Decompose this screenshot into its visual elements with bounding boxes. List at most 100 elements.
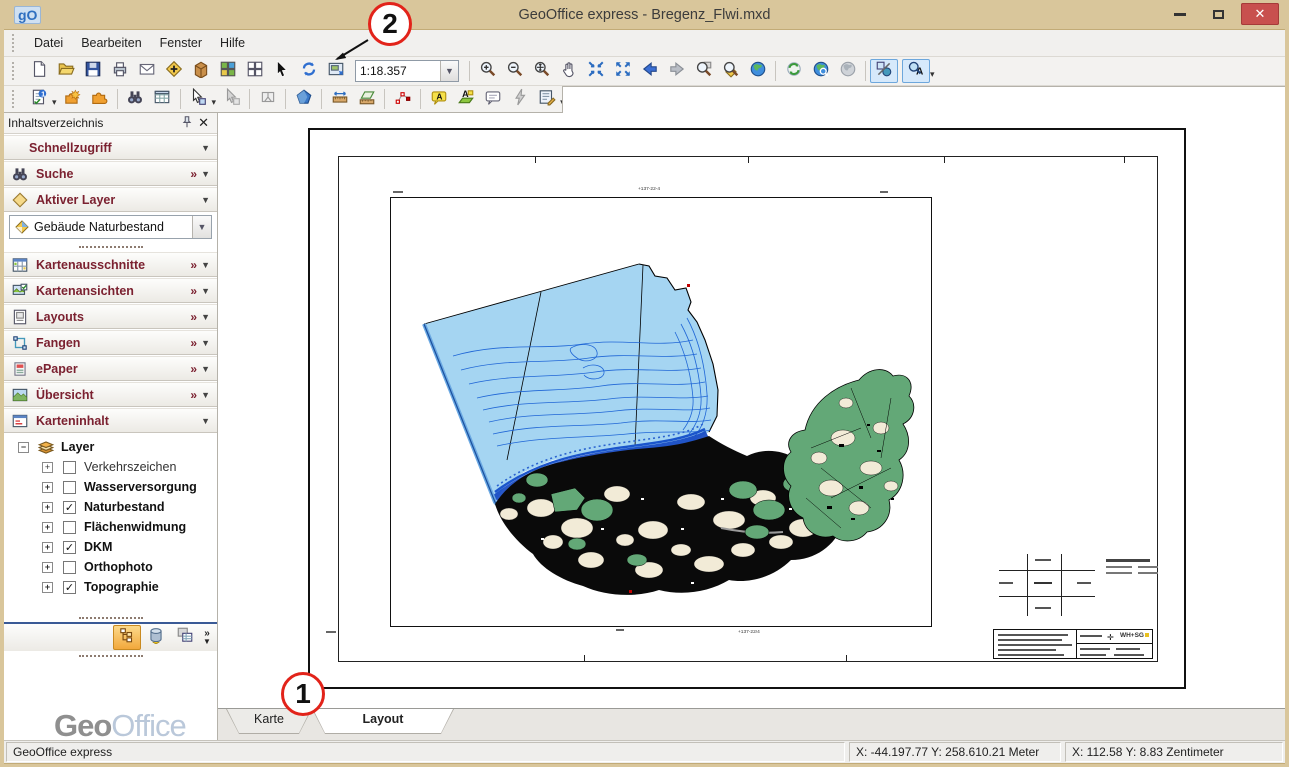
section-fangen[interactable]: Fangen » ▼: [4, 330, 217, 355]
layer-checkbox[interactable]: [63, 521, 76, 534]
zoom-in-button[interactable]: [474, 59, 501, 83]
expand-icon[interactable]: +: [42, 482, 53, 493]
layer-checkbox[interactable]: [63, 561, 76, 574]
refresh-map-service-button[interactable]: [780, 59, 807, 83]
zoom-window-button[interactable]: [690, 59, 717, 83]
section-uebersicht[interactable]: Übersicht » ▼: [4, 382, 217, 407]
layer-row-dkm[interactable]: + ✓ DKM: [4, 537, 217, 557]
offline-service-button[interactable]: [834, 59, 861, 83]
callout-button[interactable]: [479, 87, 506, 111]
report-button[interactable]: 1: [25, 87, 52, 111]
search-button[interactable]: [122, 87, 149, 111]
select-tool-button[interactable]: [268, 59, 295, 83]
measure-distance-button[interactable]: [326, 87, 353, 111]
save-button[interactable]: [79, 59, 106, 83]
back-extent-button[interactable]: [636, 59, 663, 83]
edit-vertices-button[interactable]: [389, 87, 416, 111]
active-layer-combobox[interactable]: Gebäude Naturbestand ▼: [9, 215, 212, 239]
toolbar-grip[interactable]: [12, 62, 17, 80]
package-button[interactable]: [187, 59, 214, 83]
expand-icon[interactable]: +: [42, 462, 53, 473]
expand-icon[interactable]: »: [190, 336, 197, 350]
collapse-icon[interactable]: −: [18, 442, 29, 453]
expand-icon[interactable]: +: [42, 542, 53, 553]
zoom-out-button[interactable]: [501, 59, 528, 83]
section-kartenausschnitte[interactable]: Kartenausschnitte » ▼: [4, 252, 217, 277]
menu-datei[interactable]: Datei: [25, 33, 72, 53]
scale-combobox[interactable]: 1:18.357 ▼: [355, 60, 459, 82]
flash-button[interactable]: [506, 87, 533, 111]
section-karteninhalt[interactable]: Karteninhalt ▼: [4, 408, 217, 433]
section-kartenansichten[interactable]: Kartenansichten » ▼: [4, 278, 217, 303]
clear-selection-button[interactable]: [218, 87, 245, 111]
measure-area-button[interactable]: [353, 87, 380, 111]
menu-fenster[interactable]: Fenster: [151, 33, 211, 53]
minimize-button[interactable]: [1165, 3, 1195, 25]
select-features-button[interactable]: [185, 87, 212, 111]
data-source-button[interactable]: [142, 625, 170, 650]
pan-button[interactable]: [555, 59, 582, 83]
menu-hilfe[interactable]: Hilfe: [211, 33, 254, 53]
layer-row-orthophoto[interactable]: + Orthophoto: [4, 557, 217, 577]
mini-toolbar-overflow[interactable]: »▼: [199, 630, 215, 646]
zoom-to-selection-button[interactable]: [582, 59, 609, 83]
search-service-button[interactable]: [807, 59, 834, 83]
email-button[interactable]: [133, 59, 160, 83]
tree-root-layer[interactable]: − Layer: [4, 437, 217, 457]
scale-value[interactable]: 1:18.357: [356, 61, 440, 81]
expand-icon[interactable]: »: [190, 284, 197, 298]
toggle-graphics-button[interactable]: [870, 59, 898, 83]
expand-icon[interactable]: +: [42, 582, 53, 593]
expand-icon[interactable]: »: [190, 362, 197, 376]
toolbar-overflow-caret[interactable]: ▾: [930, 69, 935, 80]
close-button[interactable]: ✕: [1241, 3, 1279, 25]
section-aktiver-layer[interactable]: Aktiver Layer ▼: [4, 187, 217, 212]
expand-icon[interactable]: »: [190, 310, 197, 324]
scale-dropdown-button[interactable]: ▼: [440, 61, 458, 81]
new-document-button[interactable]: [25, 59, 52, 83]
pin-icon[interactable]: [180, 115, 194, 132]
zoom-full-button[interactable]: [528, 59, 555, 83]
full-extent-button[interactable]: [609, 59, 636, 83]
layout-view-button[interactable]: [322, 59, 349, 83]
layer-checkbox[interactable]: ✓: [63, 581, 76, 594]
layer-checkbox[interactable]: [63, 461, 76, 474]
new-tool-button[interactable]: [59, 87, 86, 111]
layout-view-panel[interactable]: +137-22-4 +137-22/4: [218, 113, 1285, 740]
layer-row-topographie[interactable]: + ✓ Topographie: [4, 577, 217, 597]
expand-icon[interactable]: +: [42, 562, 53, 573]
select-dropdown-caret[interactable]: ▾: [212, 97, 217, 108]
attribute-table-button[interactable]: [149, 87, 176, 111]
display-order-button[interactable]: [113, 625, 141, 650]
open-button[interactable]: [52, 59, 79, 83]
expand-icon[interactable]: »: [190, 388, 197, 402]
sidebar-close-icon[interactable]: ✕: [194, 115, 213, 131]
print-button[interactable]: [106, 59, 133, 83]
layer-row-flaechenwidmung[interactable]: + Flächenwidmung: [4, 517, 217, 537]
toolbar-grip[interactable]: [12, 34, 17, 52]
label-layer-button[interactable]: A: [452, 87, 479, 111]
maximize-button[interactable]: [1203, 3, 1233, 25]
identify-shape-button[interactable]: [290, 87, 317, 111]
expand-icon[interactable]: »: [190, 167, 197, 181]
menu-bearbeiten[interactable]: Bearbeiten: [72, 33, 150, 53]
toolbar-grip[interactable]: [12, 90, 17, 108]
active-layer-dropdown-button[interactable]: ▼: [192, 216, 211, 238]
map-data-frame[interactable]: [390, 197, 932, 627]
expand-icon[interactable]: »: [190, 258, 197, 272]
layer-checkbox[interactable]: ✓: [63, 541, 76, 554]
toggle-labels-button[interactable]: A: [902, 59, 930, 83]
section-schnellzugriff[interactable]: Schnellzugriff ▼: [4, 135, 217, 160]
forward-extent-button[interactable]: [663, 59, 690, 83]
layer-row-verkehrszeichen[interactable]: + Verkehrszeichen: [4, 457, 217, 477]
window-layout-button[interactable]: [241, 59, 268, 83]
refresh-button[interactable]: [295, 59, 322, 83]
section-layouts[interactable]: Layouts » ▼: [4, 304, 217, 329]
layer-row-naturbestand[interactable]: + ✓ Naturbestand: [4, 497, 217, 517]
layer-checkbox[interactable]: [63, 481, 76, 494]
layer-checkbox[interactable]: ✓: [63, 501, 76, 514]
section-suche[interactable]: Suche » ▼: [4, 161, 217, 186]
expand-icon[interactable]: +: [42, 502, 53, 513]
label-button[interactable]: A: [425, 87, 452, 111]
tool-button[interactable]: [86, 87, 113, 111]
